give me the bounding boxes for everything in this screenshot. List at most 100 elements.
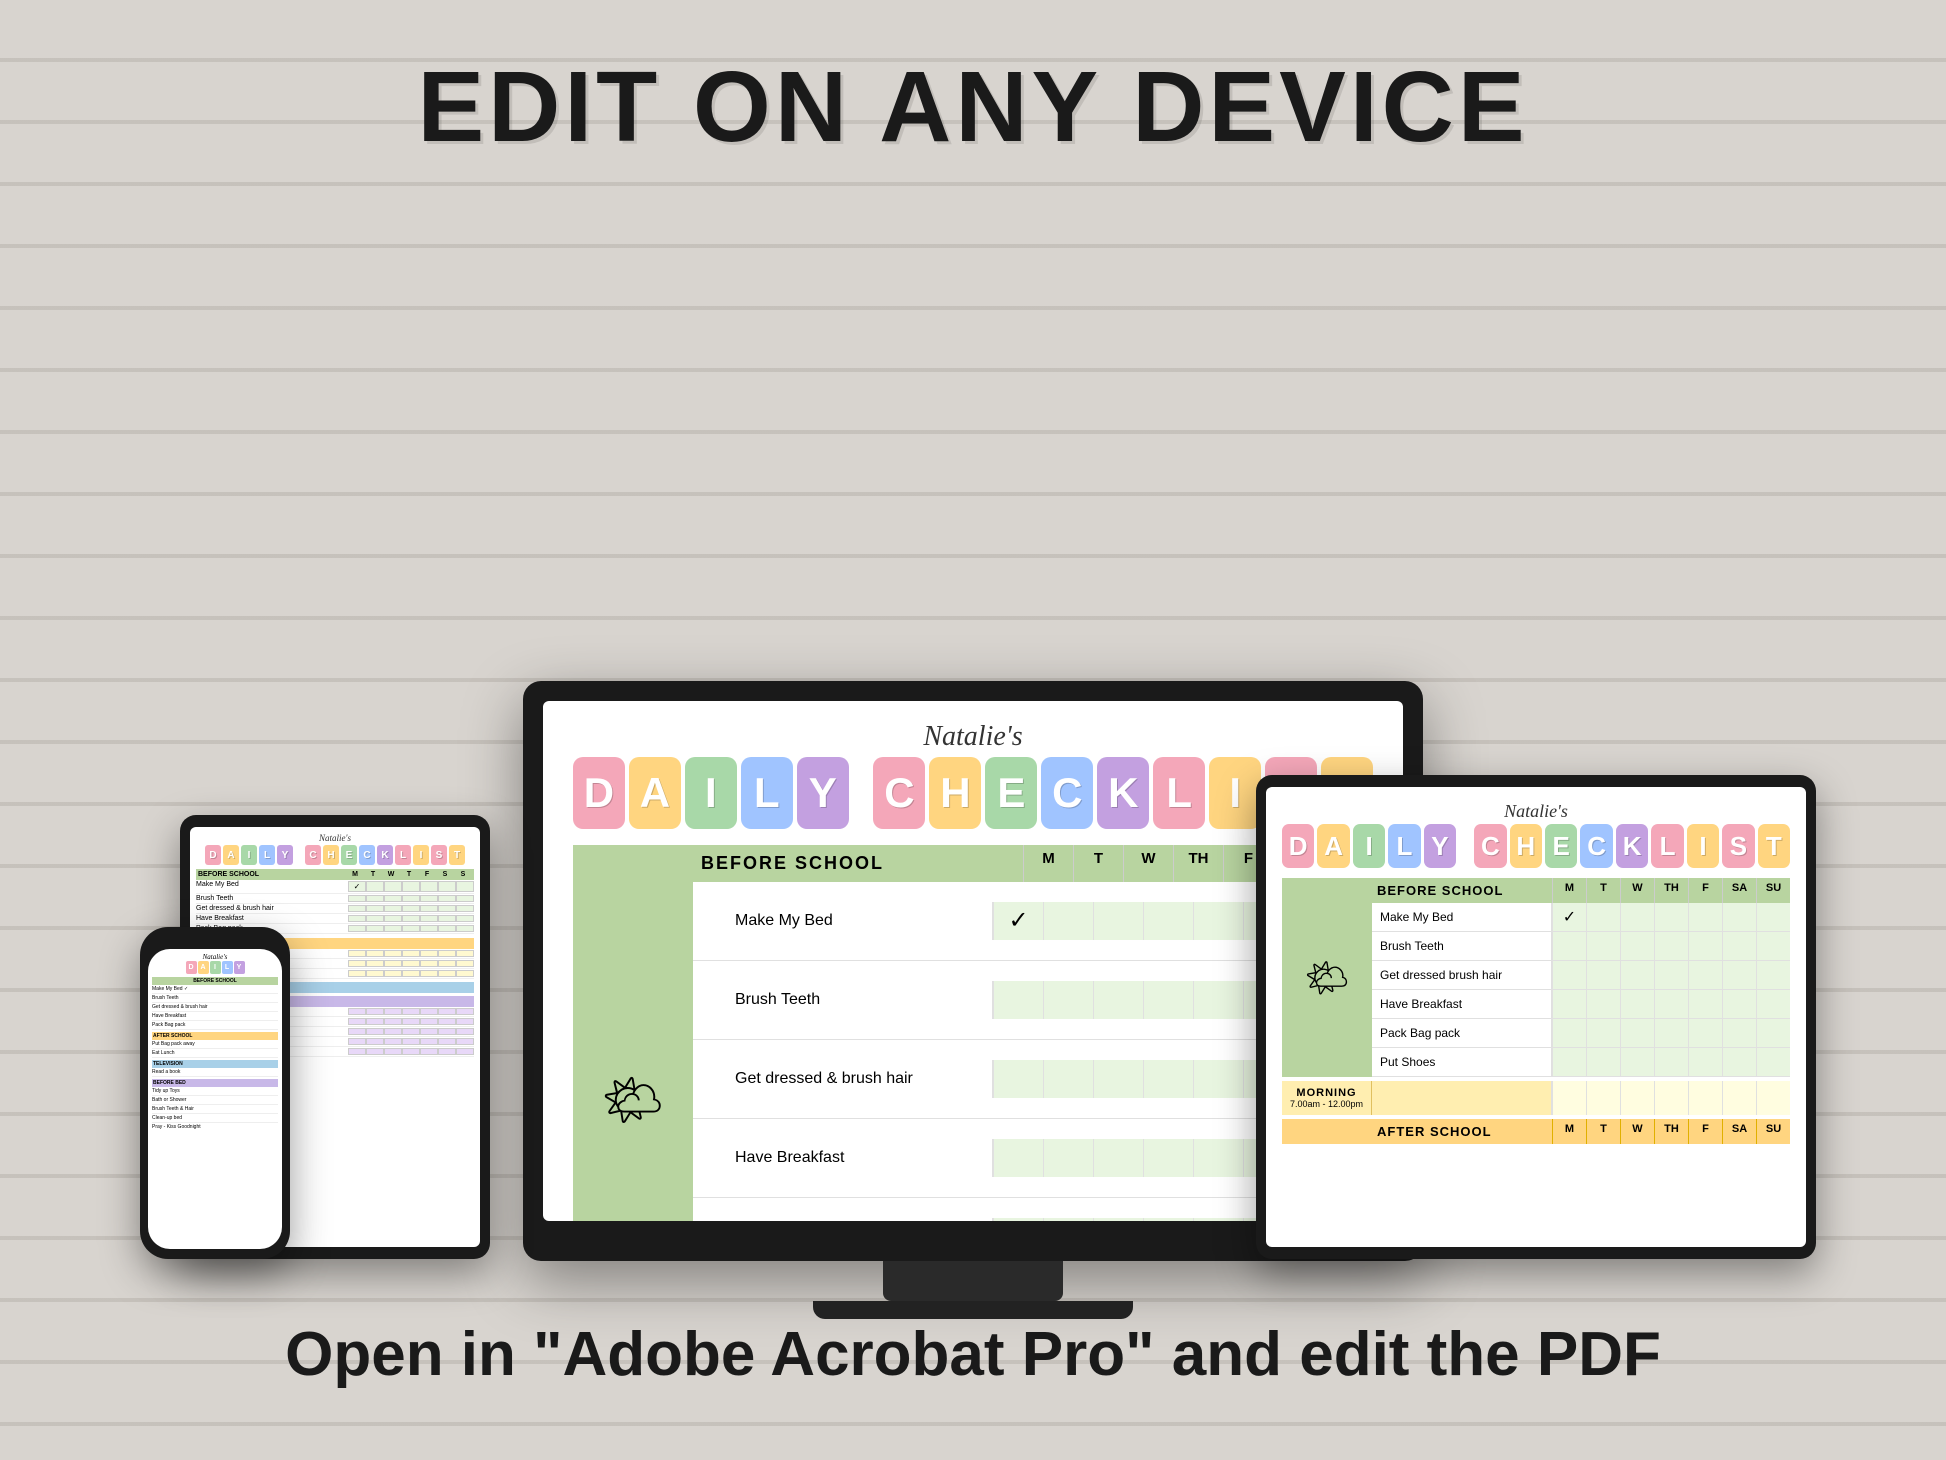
t2-weather-icon: 🌤 <box>1282 878 1372 1077</box>
t2-bag-th <box>1654 1019 1688 1047</box>
tablet2-frame: Natalie's D A I L Y C H E C K <box>1256 775 1816 1259</box>
day-w: W <box>1123 845 1173 882</box>
t2-bag-m <box>1552 1019 1586 1047</box>
t2-day-sa: SA <box>1722 878 1756 903</box>
tc4-t <box>1043 1139 1093 1177</box>
t2-bag-su <box>1756 1019 1790 1047</box>
tl-k: K <box>377 845 393 865</box>
letter-u: I <box>1209 757 1261 829</box>
t-bd4 <box>402 1008 420 1015</box>
t2-e: E <box>1545 824 1577 868</box>
tc2-m <box>993 981 1043 1019</box>
t-bth7 <box>456 1028 474 1035</box>
monitor-checklist-title: D A I L Y C H E C K L I <box>573 757 1373 829</box>
t2-dr-f <box>1688 961 1722 989</box>
task-cell-w <box>1093 902 1143 940</box>
ph-l: L <box>222 961 233 974</box>
tl-space <box>295 845 303 865</box>
tablet-before-header: BEFORE SCHOOL M T W T F S S <box>196 869 474 880</box>
t-task-bt-name: Brush Teeth <box>196 895 348 902</box>
t-hb5 <box>420 915 438 922</box>
t-tc5 <box>420 881 438 892</box>
letter-a: A <box>629 757 681 829</box>
ph-bed4: Clean-up bed <box>152 1114 278 1123</box>
t-tc7 <box>456 881 474 892</box>
t2-shoes-name: Put Shoes <box>1372 1048 1552 1076</box>
ph-tv1: Read a book <box>152 1068 278 1077</box>
bottom-heading: Open in "Adobe Acrobat Pro" and edit the… <box>285 1319 1661 1390</box>
task-cell-t <box>1043 902 1093 940</box>
task-cell-f <box>1193 902 1243 940</box>
t2-tc-th <box>1654 903 1688 931</box>
t-as37 <box>456 970 474 977</box>
t2-day-su: SU <box>1756 878 1790 903</box>
tc5-t <box>1043 1218 1093 1221</box>
letter-c: C <box>873 757 925 829</box>
t2-bag-sa <box>1722 1019 1756 1047</box>
ph-bed2: Bath or Shower <box>152 1096 278 1105</box>
t2-hb-m <box>1552 990 1586 1018</box>
top-heading: EDIT ON ANY DEVICE <box>417 50 1528 165</box>
t-as35 <box>420 970 438 977</box>
tablet-name: Natalie's <box>196 833 474 843</box>
t2-k: K <box>1616 824 1648 868</box>
t2-dr-name: Get dressed brush hair <box>1372 961 1552 989</box>
before-school-header: BEFORE SCHOOL <box>693 845 1023 882</box>
before-school-section: 🌤 BEFORE SCHOOL M T W TH F <box>573 845 1373 1221</box>
t2-day-w: W <box>1620 878 1654 903</box>
ph-task5: Pack Bag pack <box>152 1021 278 1030</box>
ph-task4: Have Breakfast <box>152 1012 278 1021</box>
tl-ti: I <box>413 845 429 865</box>
t2-before-tasks: BEFORE SCHOOL M T W TH F SA SU <box>1372 878 1790 1077</box>
t-day-w: W <box>382 871 400 878</box>
t2-bt-name: Brush Teeth <box>1372 932 1552 960</box>
weather-icon-area: 🌤 <box>573 845 693 1221</box>
weather-label-box: 🌤 <box>601 1071 664 1130</box>
t2-task-shoes: Put Shoes <box>1372 1048 1790 1077</box>
ph-bs: BEFORE SCHOOL <box>152 977 278 985</box>
t2-morning-section: MORNING 7.00am - 12.00pm <box>1282 1081 1790 1115</box>
t-bs7 <box>456 1018 474 1025</box>
tc3-w <box>1093 1060 1143 1098</box>
t2-af-spacer <box>1282 1119 1372 1144</box>
tc2-t <box>1043 981 1093 1019</box>
t-tc3 <box>384 881 402 892</box>
t2-hb-name: Have Breakfast <box>1372 990 1552 1018</box>
t2-name: Natalie's <box>1282 801 1790 822</box>
t-bt5 <box>420 895 438 902</box>
t-pr2 <box>366 1048 384 1055</box>
tc4-w <box>1093 1139 1143 1177</box>
letter-e: E <box>985 757 1037 829</box>
t-as33 <box>384 970 402 977</box>
ph-tele: TELEVISION <box>152 1060 278 1068</box>
t2-day-m: M <box>1552 878 1586 903</box>
t2-hb-w <box>1620 990 1654 1018</box>
tc3-f <box>1193 1060 1243 1098</box>
checkmark: ✓ <box>994 902 1043 940</box>
t2-bag-f <box>1688 1019 1722 1047</box>
day-t: T <box>1073 845 1123 882</box>
tl-y: Y <box>277 845 293 865</box>
t-bag2 <box>366 925 384 932</box>
t2-mt-w <box>1620 1081 1654 1115</box>
t-bth4 <box>402 1028 420 1035</box>
task-cell-m: ✓ <box>993 902 1043 940</box>
t2-ti: I <box>1687 824 1719 868</box>
t2-tt: T <box>1758 824 1790 868</box>
t2-bt-w <box>1620 932 1654 960</box>
t-bs4 <box>402 1018 420 1025</box>
t-dr3 <box>384 905 402 912</box>
t2-bag-name: Pack Bag pack <box>1372 1019 1552 1047</box>
t2-sh-m <box>1552 1048 1586 1076</box>
t-bd2 <box>366 1008 384 1015</box>
t2-after-label: AFTER SCHOOL <box>1372 1119 1552 1144</box>
t-cl7 <box>456 1038 474 1045</box>
t-bth3 <box>384 1028 402 1035</box>
t2-dr-su <box>1756 961 1790 989</box>
tc4-th <box>1143 1139 1193 1177</box>
t-as3 <box>384 950 402 957</box>
t2-hb-su <box>1756 990 1790 1018</box>
t-hb2 <box>366 915 384 922</box>
t-dr5 <box>420 905 438 912</box>
t-hb4 <box>402 915 420 922</box>
